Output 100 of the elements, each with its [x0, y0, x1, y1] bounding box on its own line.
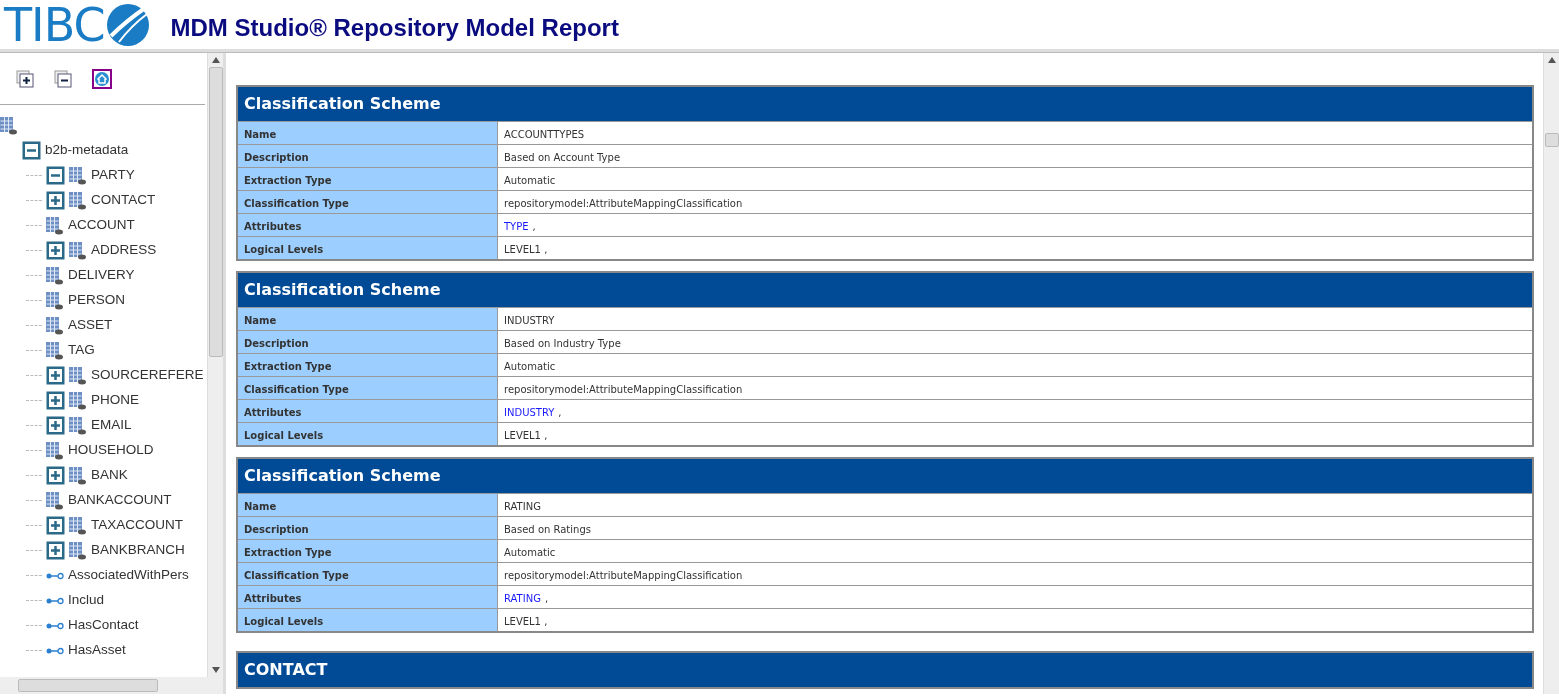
table-icon [69, 191, 87, 210]
field-label: Classification Type [238, 563, 498, 585]
tree-item-label[interactable]: TAXACCOUNT [91, 515, 183, 536]
scroll-thumb[interactable] [208, 67, 223, 357]
section-header: Classification Scheme [238, 273, 1532, 307]
field-label: Logical Levels [238, 609, 498, 631]
table-icon [69, 391, 87, 410]
horizontal-scrollbar[interactable] [0, 677, 223, 694]
content-scrollbar[interactable] [1543, 53, 1559, 694]
section-header: Classification Scheme [238, 87, 1532, 121]
table-icon [0, 116, 18, 135]
scroll-down-icon[interactable] [211, 667, 220, 673]
tree-item-label[interactable]: BANKBRANCH [91, 540, 185, 561]
field-value: LEVEL1 , [503, 243, 549, 257]
expand-all-button[interactable] [16, 69, 34, 88]
tree-toggle[interactable] [46, 166, 65, 185]
report-title: MDM Studio® Repository Model Report [170, 12, 619, 43]
table-icon [46, 441, 64, 460]
field-value: Based on Industry Type [503, 337, 622, 351]
field-label: Classification Type [238, 377, 498, 399]
scroll-up-icon[interactable] [211, 57, 220, 63]
field-value: ACCOUNTTYPES [503, 128, 586, 142]
tree-toggle[interactable] [46, 191, 65, 210]
section-header: Classification Scheme [238, 459, 1532, 493]
field-label: Name [238, 122, 498, 144]
field-label: Classification Type [238, 191, 498, 213]
tree-item-label[interactable]: HOUSEHOLD [68, 440, 154, 461]
tree-item-label[interactable]: Includ [68, 590, 105, 611]
field-value: Based on Ratings [503, 523, 592, 537]
separator-text: , [558, 406, 562, 417]
tree-item-label[interactable]: ACCOUNT [68, 215, 135, 236]
table-icon [46, 291, 64, 310]
tree-toggle[interactable] [46, 366, 65, 385]
field-value: Based on Account Type [503, 151, 622, 165]
home-button[interactable] [92, 68, 112, 89]
field-label: Attributes [238, 586, 498, 608]
tree-item-label[interactable]: TAG [68, 340, 95, 361]
tree-toggle[interactable] [22, 141, 41, 160]
field-value: repositorymodel:AttributeMappingClassification [503, 569, 744, 583]
attribute-link[interactable]: INDUSTRY [504, 405, 555, 417]
relation-icon [46, 645, 64, 656]
tree-item-label[interactable]: DELIVERY [68, 265, 135, 286]
tree-item-label[interactable]: HasContact [68, 615, 139, 636]
attribute-link[interactable]: TYPE [504, 219, 529, 231]
swoosh-icon [104, 1, 151, 48]
tree-toggle[interactable] [46, 391, 65, 410]
tree-item-label[interactable]: AssociatedWithPers [68, 565, 189, 586]
field-value: LEVEL1 , [503, 615, 549, 629]
scroll-thumb[interactable] [18, 679, 158, 692]
table-icon [46, 266, 64, 285]
tree-item-label[interactable]: HasAsset [68, 640, 126, 661]
field-label: Attributes [238, 400, 498, 422]
field-label: Logical Levels [238, 237, 498, 259]
tree-item-label[interactable]: CONTACT [91, 190, 156, 211]
table-icon [69, 366, 87, 385]
table-icon [69, 541, 87, 560]
tree-item-label[interactable]: PERSON [68, 290, 125, 311]
tree-item-label[interactable]: ASSET [68, 315, 113, 336]
tree-toggle[interactable] [46, 466, 65, 485]
field-value: RATING [503, 500, 542, 514]
tree-item-label[interactable]: EMAIL [91, 415, 132, 436]
field-label: Description [238, 331, 498, 353]
table-icon [69, 241, 87, 260]
tree-item-label[interactable]: SOURCEREFERE [91, 365, 204, 386]
tree-item-label[interactable]: BANKACCOUNT [68, 490, 172, 511]
tree-toggle[interactable] [46, 241, 65, 260]
table-icon [69, 416, 87, 435]
table-icon [69, 516, 87, 535]
field-value: repositorymodel:AttributeMappingClassification [503, 383, 744, 397]
separator-text: , [544, 592, 549, 603]
field-label: Description [238, 145, 498, 167]
relation-icon [46, 595, 64, 606]
vertical-scrollbar[interactable] [207, 53, 223, 677]
tree-toggle[interactable] [46, 516, 65, 535]
attribute-link[interactable]: RATING [504, 591, 541, 603]
field-value: Automatic [503, 546, 557, 560]
tree-item-label[interactable]: ADDRESS [91, 240, 157, 261]
tree-toggle[interactable] [46, 541, 65, 560]
table-icon [46, 216, 64, 235]
field-label: Extraction Type [238, 168, 498, 190]
tree-item-label[interactable]: b2b-metadata [45, 140, 129, 161]
field-value: Automatic [503, 360, 557, 374]
table-icon [46, 491, 64, 510]
scroll-up-icon[interactable] [1547, 57, 1556, 63]
tree-item-label[interactable]: PHONE [91, 390, 139, 411]
field-label: Attributes [238, 214, 498, 236]
field-label: Extraction Type [238, 540, 498, 562]
table-icon [46, 341, 64, 360]
table-icon [46, 316, 64, 335]
scroll-thumb[interactable] [1544, 133, 1559, 147]
tibco-logo: TIBC [4, 1, 151, 48]
tree-toggle[interactable] [46, 416, 65, 435]
relation-icon [46, 620, 64, 631]
field-label: Name [238, 494, 498, 516]
collapse-all-button[interactable] [54, 69, 72, 88]
tree-item-label[interactable]: BANK [91, 465, 128, 486]
tree-item-label[interactable]: PARTY [91, 165, 135, 186]
table-icon [69, 466, 87, 485]
field-value: LEVEL1 , [503, 429, 549, 443]
field-value: repositorymodel:AttributeMappingClassification [503, 197, 744, 211]
